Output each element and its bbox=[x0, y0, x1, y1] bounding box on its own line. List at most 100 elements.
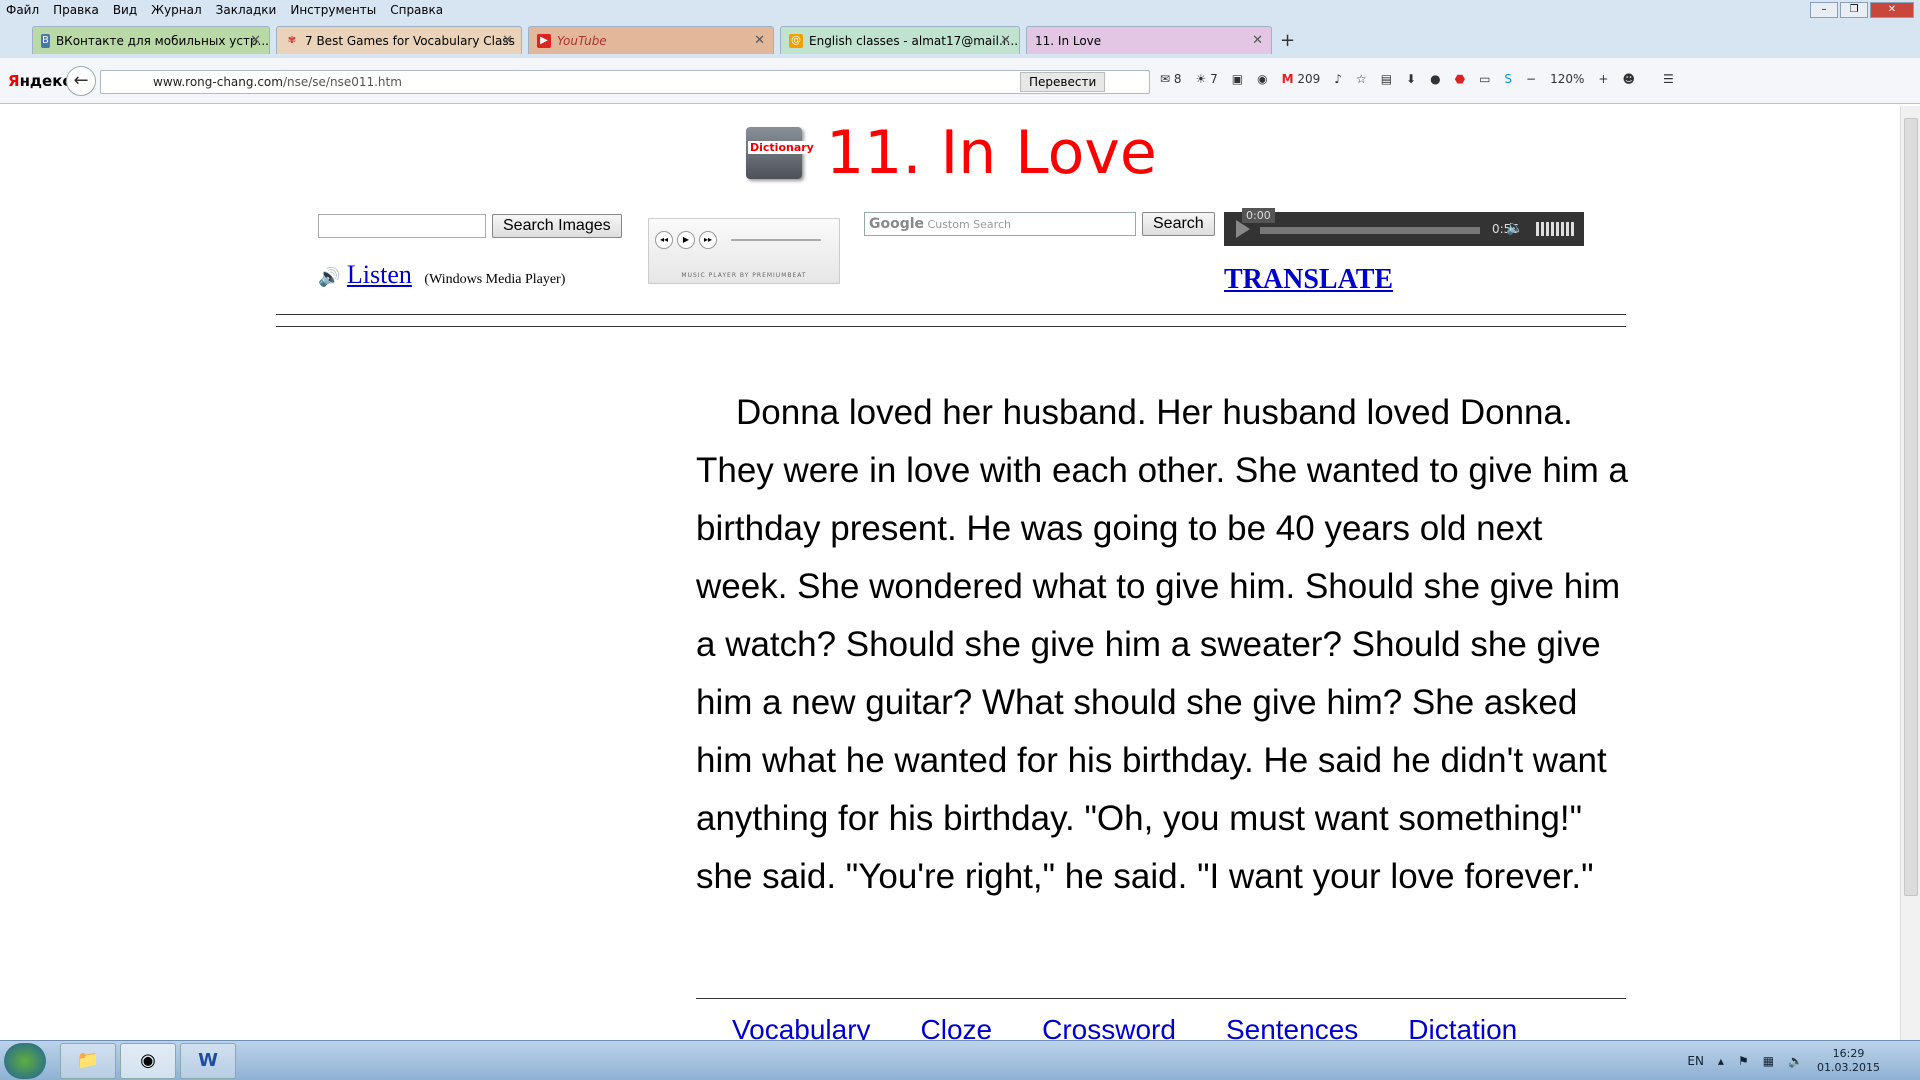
image-search-input[interactable] bbox=[318, 214, 486, 238]
clock-time: 16:29 bbox=[1832, 1047, 1865, 1060]
download-icon[interactable]: ⬇ bbox=[1406, 72, 1416, 86]
menu-view[interactable]: Вид bbox=[113, 3, 137, 17]
music-player-credit: MUSIC PLAYER BY PREMIUMBEAT bbox=[681, 272, 807, 279]
translate-page-button[interactable]: Перевести bbox=[1020, 72, 1106, 92]
mail-icon[interactable]: ✉ 8 bbox=[1160, 72, 1182, 86]
listen-link[interactable]: Listen bbox=[347, 260, 412, 289]
explorer-icon[interactable]: 📁 bbox=[60, 1043, 116, 1079]
audio-progress-bar[interactable] bbox=[1260, 227, 1480, 234]
image-search: Search Images bbox=[318, 214, 622, 238]
tab-close-icon[interactable]: ✕ bbox=[1252, 33, 1263, 48]
tab-close-icon[interactable]: ✕ bbox=[754, 33, 765, 48]
volume-icon[interactable]: 🔈 bbox=[1788, 1054, 1803, 1068]
forward-button[interactable]: ▸▸ bbox=[699, 231, 717, 249]
tab-close-icon[interactable]: ✕ bbox=[1000, 33, 1011, 48]
url-path: /nse/se/nse011.htm bbox=[282, 75, 402, 89]
close-window-button[interactable]: ✕ bbox=[1870, 2, 1914, 18]
tab-bar: В ВКонтакте для мобильных устр... ✕ ✾ 7 … bbox=[0, 20, 1920, 58]
firefox-icon[interactable]: ◉ bbox=[120, 1043, 176, 1079]
new-tab-button[interactable]: + bbox=[1280, 30, 1295, 51]
translate-link[interactable]: TRANSLATE bbox=[1224, 264, 1393, 296]
tab-in-love[interactable]: 11. In Love ✕ bbox=[1026, 26, 1272, 54]
music-player: ◂◂ ▶ ▸▸ MUSIC PLAYER BY PREMIUMBEAT bbox=[648, 218, 840, 284]
tab-label: ВКонтакте для мобильных устр... bbox=[55, 33, 269, 48]
menu-icon[interactable]: ☰ bbox=[1663, 72, 1674, 86]
divider bbox=[276, 326, 1626, 327]
vocabulary-link[interactable]: Vocabulary bbox=[732, 1014, 871, 1040]
browser-chrome: Файл Правка Вид Журнал Закладки Инструме… bbox=[0, 0, 1920, 104]
divider bbox=[696, 998, 1626, 999]
zoom-in-button[interactable]: + bbox=[1598, 72, 1608, 86]
search-button[interactable]: Search bbox=[1142, 212, 1215, 236]
network-icon[interactable]: ▦ bbox=[1763, 1054, 1774, 1068]
extension-icon[interactable]: ▭ bbox=[1479, 72, 1490, 86]
sound-icon[interactable]: ♪ bbox=[1334, 72, 1342, 86]
tab-label: 7 Best Games for Vocabulary Class bbox=[305, 33, 515, 48]
rewind-button[interactable]: ◂◂ bbox=[655, 231, 673, 249]
music-progress[interactable] bbox=[731, 239, 821, 241]
tab-close-icon[interactable]: ✕ bbox=[250, 33, 261, 48]
tab-english-classes[interactable]: @ English classes - almat17@mail.r... ✕ bbox=[780, 26, 1020, 54]
sentences-link[interactable]: Sentences bbox=[1226, 1014, 1358, 1040]
menu-file[interactable]: Файл bbox=[6, 3, 39, 17]
address-bar[interactable]: www.rong-chang.com/nse/se/nse011.htm bbox=[100, 70, 1150, 94]
menu-edit[interactable]: Правка bbox=[53, 3, 99, 17]
language-indicator[interactable]: EN bbox=[1687, 1054, 1704, 1068]
google-search-input[interactable]: Google Custom Search bbox=[864, 212, 1136, 236]
chat-icon[interactable]: ☻ bbox=[1622, 72, 1635, 86]
cloze-link[interactable]: Cloze bbox=[921, 1014, 993, 1040]
toolbar-icons: ✉ 8 ☀ 7 ▣ ◉ M 209 ♪ ☆ ▤ ⬇ ● ⬣ ▭ S − 120%… bbox=[1160, 72, 1674, 86]
tab-label: English classes - almat17@mail.r... bbox=[809, 33, 1019, 48]
audio-play-icon[interactable] bbox=[1236, 220, 1250, 238]
tab-youtube[interactable]: ▶ YouTube ✕ bbox=[528, 26, 774, 54]
volume-icon[interactable]: 🔈 bbox=[1506, 220, 1523, 236]
zoom-level[interactable]: 120% bbox=[1550, 72, 1584, 86]
tray-expand-icon[interactable]: ▴ bbox=[1718, 1054, 1724, 1068]
google-logo: Google bbox=[869, 216, 925, 232]
menu-help[interactable]: Справка bbox=[390, 3, 443, 17]
mail-icon: @ bbox=[789, 33, 803, 48]
tab-label: YouTube bbox=[557, 33, 607, 48]
bookmark-star-icon[interactable]: ☆ bbox=[1356, 72, 1367, 86]
web-page: Dictionary 11. In Love Search Images 🔊 L… bbox=[0, 106, 1900, 1040]
page-header: Dictionary 11. In Love bbox=[746, 118, 1157, 188]
taskbar: 📁 ◉ W EN ▴ ⚑ ▦ 🔈 16:29 01.03.2015 bbox=[0, 1040, 1920, 1080]
weather-icon[interactable]: ☀ 7 bbox=[1196, 72, 1218, 86]
divider bbox=[276, 314, 1626, 315]
menu-bookmarks[interactable]: Закладки bbox=[216, 3, 277, 17]
menu-bar: Файл Правка Вид Журнал Закладки Инструме… bbox=[0, 0, 1920, 20]
zoom-out-button[interactable]: − bbox=[1526, 72, 1536, 86]
start-button[interactable] bbox=[4, 1043, 46, 1079]
site-icon: ✾ bbox=[287, 34, 297, 46]
minimize-button[interactable]: – bbox=[1810, 2, 1838, 18]
clock[interactable]: 16:29 01.03.2015 bbox=[1817, 1047, 1880, 1075]
yandex-logo[interactable]: Яндекс bbox=[8, 72, 71, 90]
scrollbar-thumb[interactable] bbox=[1904, 118, 1918, 896]
dictation-link[interactable]: Dictation bbox=[1408, 1014, 1517, 1040]
back-button[interactable]: ← bbox=[66, 66, 96, 96]
extension-icon[interactable]: ◉ bbox=[1257, 72, 1267, 86]
menu-tools[interactable]: Инструменты bbox=[290, 3, 376, 17]
skype-icon[interactable]: S bbox=[1504, 72, 1512, 86]
tab-vkontakte[interactable]: В ВКонтакте для мобильных устр... ✕ bbox=[32, 26, 270, 54]
flag-icon[interactable]: ⚑ bbox=[1738, 1054, 1749, 1068]
menu-history[interactable]: Журнал bbox=[151, 3, 202, 17]
search-images-button[interactable]: Search Images bbox=[492, 214, 622, 238]
dictionary-icon[interactable]: Dictionary bbox=[746, 127, 816, 179]
play-button[interactable]: ▶ bbox=[677, 231, 695, 249]
exercise-links: Vocabulary Cloze Crossword Sentences Dic… bbox=[732, 1014, 1517, 1040]
navigation-bar: Яндекс ← www.rong-chang.com/nse/se/nse01… bbox=[0, 58, 1920, 104]
vertical-scrollbar[interactable] bbox=[1900, 106, 1920, 1040]
volume-slider[interactable] bbox=[1536, 222, 1576, 236]
adblock-icon[interactable]: ⬣ bbox=[1455, 72, 1465, 86]
tab-vocabulary-games[interactable]: ✾ 7 Best Games for Vocabulary Class ✕ bbox=[276, 26, 522, 54]
gmail-icon[interactable]: M 209 bbox=[1282, 72, 1321, 86]
maximize-button[interactable]: ❐ bbox=[1840, 2, 1868, 18]
extension-icon[interactable]: ● bbox=[1430, 72, 1440, 86]
window-controls: – ❐ ✕ bbox=[1810, 2, 1914, 18]
tab-close-icon[interactable]: ✕ bbox=[502, 33, 513, 48]
reading-list-icon[interactable]: ▤ bbox=[1381, 72, 1392, 86]
word-icon[interactable]: W bbox=[180, 1043, 236, 1079]
crossword-link[interactable]: Crossword bbox=[1042, 1014, 1176, 1040]
extension-icon[interactable]: ▣ bbox=[1232, 72, 1243, 86]
